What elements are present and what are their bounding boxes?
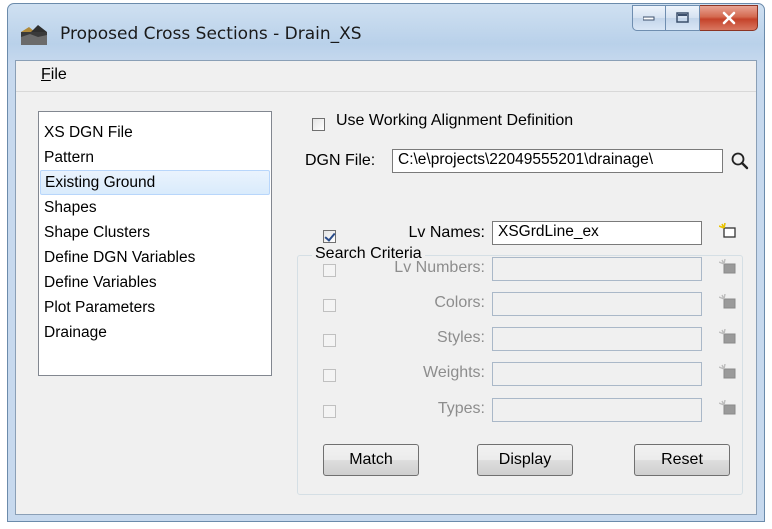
close-icon [722, 11, 735, 25]
lv-names-label: Lv Names: [408, 224, 485, 241]
element-pick-icon[interactable] [718, 328, 737, 345]
minimize-button[interactable] [632, 5, 666, 31]
section-item-define-dgn-variables[interactable]: Define DGN Variables [40, 245, 270, 270]
section-item-plot-parameters[interactable]: Plot Parameters [40, 295, 270, 320]
element-pick-icon[interactable] [718, 293, 737, 310]
display-button[interactable]: Display [477, 444, 573, 476]
types-label: Types: [437, 400, 485, 417]
menu-file[interactable]: File [41, 66, 67, 84]
element-pick-icon[interactable] [718, 222, 737, 239]
weights-label: Weights: [423, 364, 485, 381]
menu-file-mnemonic: F [41, 66, 51, 83]
lv-names-field[interactable]: XSGrdLine_ex [492, 221, 702, 245]
section-list[interactable]: XS DGN File Pattern Existing Ground Shap… [38, 111, 272, 376]
types-checkbox[interactable] [323, 405, 336, 418]
styles-field[interactable] [492, 327, 702, 351]
magnifier-icon[interactable] [730, 151, 750, 171]
reset-button[interactable]: Reset [634, 444, 730, 476]
maximize-button[interactable] [666, 5, 700, 31]
use-working-alignment-label: Use Working Alignment Definition [336, 112, 574, 129]
lv-names-checkbox[interactable] [323, 230, 336, 243]
section-item-shapes[interactable]: Shapes [40, 195, 270, 220]
weights-checkbox[interactable] [323, 369, 336, 382]
element-pick-icon[interactable] [718, 258, 737, 275]
styles-label: Styles: [436, 329, 485, 346]
app-icon [21, 25, 47, 45]
use-working-alignment-checkbox[interactable] [312, 118, 325, 131]
match-button[interactable]: Match [323, 444, 419, 476]
lv-numbers-label: Lv Numbers: [394, 259, 485, 276]
minimize-icon [643, 16, 655, 21]
section-item-xs-dgn-file[interactable]: XS DGN File [40, 120, 270, 145]
lv-numbers-checkbox[interactable] [323, 264, 336, 277]
title-bar[interactable]: Proposed Cross Sections - Drain_XS [8, 4, 764, 60]
colors-label: Colors: [434, 294, 485, 311]
dgn-file-label: DGN File: [305, 152, 376, 169]
close-button[interactable] [700, 5, 758, 31]
styles-checkbox[interactable] [323, 334, 336, 347]
colors-checkbox[interactable] [323, 299, 336, 312]
section-item-existing-ground[interactable]: Existing Ground [40, 170, 270, 195]
dialog-window: Proposed Cross Sections - Drain_XS File … [7, 3, 765, 522]
maximize-icon [675, 12, 689, 23]
element-pick-icon[interactable] [718, 399, 737, 416]
menu-bar: File [16, 61, 756, 92]
section-item-define-variables[interactable]: Define Variables [40, 270, 270, 295]
types-field[interactable] [492, 398, 702, 422]
window-title: Proposed Cross Sections - Drain_XS [60, 24, 362, 44]
section-item-pattern[interactable]: Pattern [40, 145, 270, 170]
weights-field[interactable] [492, 362, 702, 386]
element-pick-icon[interactable] [718, 363, 737, 380]
section-item-drainage[interactable]: Drainage [40, 320, 270, 345]
lv-numbers-field[interactable] [492, 257, 702, 281]
dgn-file-field[interactable]: C:\e\projects\22049555201\drainage\ [392, 149, 723, 173]
colors-field[interactable] [492, 292, 702, 316]
dialog-client-area: File XS DGN File Pattern Existing Ground… [15, 60, 757, 515]
menu-file-rest: ile [50, 66, 67, 83]
section-item-shape-clusters[interactable]: Shape Clusters [40, 220, 270, 245]
